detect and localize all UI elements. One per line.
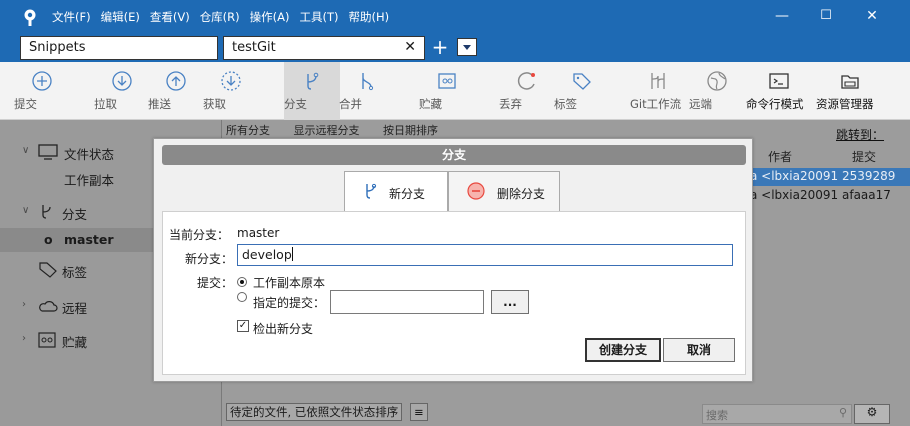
col-author-header[interactable]: 作者 bbox=[768, 148, 792, 165]
title-bar: 文件(F) 编辑(E) 查看(V) 仓库(R) 操作(A) 工具(T) 帮助(H… bbox=[0, 0, 910, 34]
branch-button[interactable]: 分支 bbox=[284, 62, 340, 120]
stash-button[interactable]: 贮藏 bbox=[419, 62, 475, 120]
gitflow-icon bbox=[651, 73, 665, 89]
tab-label: Snippets bbox=[29, 40, 86, 55]
search-icon: ⚲ bbox=[838, 406, 847, 419]
new-branch-input[interactable]: develop bbox=[237, 244, 733, 266]
sort-by-date-dropdown[interactable]: 按日期排序 bbox=[383, 124, 438, 137]
gitflow-button[interactable]: Git工作流 bbox=[630, 62, 686, 120]
sourcetree-logo-icon bbox=[24, 9, 36, 26]
add-tab-button[interactable]: + bbox=[430, 35, 450, 59]
chevron-right-icon: › bbox=[22, 299, 26, 310]
pending-sort-dropdown[interactable]: 待定的文件, 已依照文件状态排序 ≡ bbox=[226, 403, 428, 424]
commit-icon bbox=[32, 71, 52, 91]
close-window-button[interactable]: ✕ bbox=[864, 8, 880, 24]
remote-icon bbox=[707, 71, 727, 91]
specified-commit-radio[interactable] bbox=[237, 292, 247, 302]
current-branch-marker-icon: o bbox=[44, 232, 53, 247]
menu-help[interactable]: 帮助(H) bbox=[349, 9, 390, 25]
repo-tabs: Snippets testGit ✕ + bbox=[0, 34, 910, 62]
close-tab-icon[interactable]: ✕ bbox=[404, 39, 416, 55]
menu-repository[interactable]: 仓库(R) bbox=[200, 9, 240, 25]
fetch-button[interactable]: 获取 bbox=[203, 62, 259, 120]
branch-dialog: 分支 新分支 删除分支 当前分支： master 新分支： develop 提交… bbox=[153, 138, 753, 382]
current-branch-label: 当前分支： bbox=[169, 228, 230, 242]
commit-button[interactable]: 提交 bbox=[14, 62, 70, 120]
branch-icon bbox=[366, 183, 377, 199]
chevron-down-icon: ∨ bbox=[22, 145, 30, 156]
checkout-checkbox[interactable]: ✓ bbox=[237, 320, 249, 332]
checkout-label[interactable]: 检出新分支 bbox=[253, 320, 313, 337]
tab-delete-branch[interactable]: 删除分支 bbox=[448, 171, 560, 211]
create-branch-button[interactable]: 创建分支 bbox=[585, 338, 661, 362]
pull-button[interactable]: 拉取 bbox=[94, 62, 150, 120]
cloud-icon bbox=[39, 301, 58, 312]
merge-icon bbox=[362, 73, 374, 91]
maximize-button[interactable]: ☐ bbox=[818, 8, 834, 23]
remote-button[interactable]: 远端 bbox=[689, 62, 745, 120]
merge-button[interactable]: 合并 bbox=[339, 62, 395, 120]
tab-snippets[interactable]: Snippets bbox=[20, 36, 218, 60]
push-icon bbox=[166, 71, 186, 91]
tag-icon bbox=[39, 262, 57, 278]
explorer-icon bbox=[841, 75, 859, 89]
jump-to-link[interactable]: 跳转到： bbox=[836, 126, 884, 143]
cancel-button[interactable]: 取消 bbox=[663, 338, 735, 362]
settings-gear-button[interactable]: ⚙ bbox=[854, 404, 890, 424]
toolbar: 提交 拉取 推送 获取 分支 合并 贮藏 丢弃 标签 Git工作流 远端 命令行… bbox=[0, 62, 910, 120]
menu-actions[interactable]: 操作(A) bbox=[250, 9, 290, 25]
delete-icon bbox=[467, 182, 485, 200]
all-branches-dropdown[interactable]: 所有分支 bbox=[226, 124, 270, 137]
tag-icon bbox=[573, 73, 591, 90]
branch-icon bbox=[42, 205, 51, 219]
menu-bar: 文件(F) 编辑(E) 查看(V) 仓库(R) 操作(A) 工具(T) 帮助(H… bbox=[52, 9, 389, 25]
terminal-icon bbox=[769, 73, 789, 89]
working-copy-radio[interactable] bbox=[237, 277, 247, 287]
chevron-down-icon: ∨ bbox=[22, 205, 30, 216]
search-input[interactable]: 搜索 ⚲ bbox=[702, 404, 852, 424]
stash-icon bbox=[438, 73, 456, 89]
pull-icon bbox=[112, 71, 132, 91]
fetch-icon bbox=[221, 71, 241, 91]
working-copy-option-label[interactable]: 工作副本原本 bbox=[253, 274, 325, 291]
commit-label: 提交： bbox=[197, 276, 234, 290]
tab-label: testGit bbox=[232, 40, 276, 55]
monitor-icon bbox=[38, 144, 58, 160]
list-view-icon[interactable]: ≡ bbox=[409, 403, 428, 421]
table-row[interactable]: a <lbxia20091 2539289 bbox=[750, 168, 910, 186]
sidebar-item-working-copy[interactable]: 工作副本 bbox=[64, 170, 114, 192]
terminal-button[interactable]: 命令行模式 bbox=[746, 62, 812, 120]
specified-commit-option-label[interactable]: 指定的提交： bbox=[253, 294, 325, 311]
menu-view[interactable]: 查看(V) bbox=[150, 9, 190, 25]
tag-button[interactable]: 标签 bbox=[554, 62, 610, 120]
history-filter-bar: 所有分支 显示远程分支 按日期排序 bbox=[226, 122, 438, 138]
tab-new-branch[interactable]: 新分支 bbox=[344, 171, 448, 211]
menu-file[interactable]: 文件(F) bbox=[52, 9, 91, 25]
specified-commit-input[interactable] bbox=[330, 290, 484, 314]
branch-icon bbox=[307, 72, 319, 90]
stash-icon bbox=[38, 332, 56, 348]
dialog-body: 当前分支： master 新分支： develop 提交： 工作副本原本 指定的… bbox=[162, 211, 746, 375]
menu-edit[interactable]: 编辑(E) bbox=[101, 9, 140, 25]
minimize-button[interactable]: — bbox=[774, 8, 790, 24]
tab-list-dropdown[interactable] bbox=[457, 38, 477, 56]
push-button[interactable]: 推送 bbox=[148, 62, 204, 120]
discard-icon bbox=[517, 72, 535, 90]
dialog-title: 分支 bbox=[162, 145, 746, 165]
gear-icon: ⚙ bbox=[866, 405, 878, 419]
tab-testgit[interactable]: testGit ✕ bbox=[223, 36, 425, 60]
chevron-right-icon: › bbox=[22, 333, 26, 344]
explorer-button[interactable]: 资源管理器 bbox=[816, 62, 884, 120]
current-branch-value: master bbox=[237, 226, 280, 240]
col-commit-header[interactable]: 提交 bbox=[852, 148, 876, 165]
show-remote-checkbox-label[interactable]: 显示远程分支 bbox=[294, 124, 360, 137]
new-branch-label: 新分支： bbox=[185, 252, 234, 266]
discard-button[interactable]: 丢弃 bbox=[499, 62, 555, 120]
browse-commit-button[interactable]: ... bbox=[491, 290, 529, 314]
menu-tools[interactable]: 工具(T) bbox=[300, 9, 339, 25]
